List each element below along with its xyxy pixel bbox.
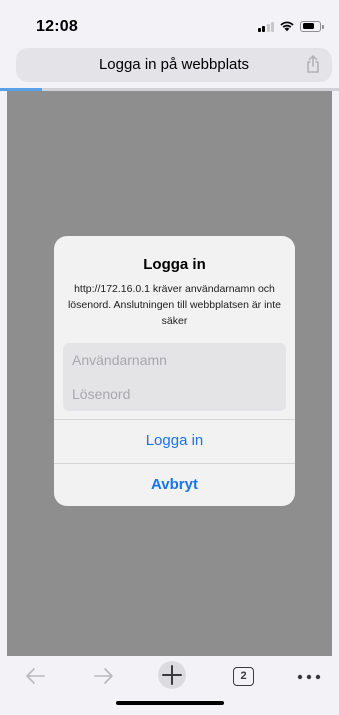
wifi-icon (280, 21, 294, 32)
status-time: 12:08 (36, 18, 78, 35)
home-indicator (116, 701, 224, 705)
battery-icon (300, 20, 324, 32)
login-dialog: Logga in http://172.16.0.1 kräver använd… (54, 236, 295, 506)
password-field[interactable]: Lösenord (63, 377, 286, 411)
dialog-title: Logga in (143, 256, 206, 273)
status-bar: 12:08 (0, 0, 339, 44)
status-icons (257, 20, 324, 32)
page-title: Logga in på webbplats (98, 56, 250, 73)
login-button[interactable]: Logga in (54, 420, 295, 462)
forward-arrow-icon[interactable] (93, 666, 115, 686)
share-icon[interactable] (306, 55, 320, 73)
back-arrow-icon[interactable] (24, 666, 46, 686)
credential-fields: Användarnamn Lösenord (63, 343, 286, 411)
bottom-toolbar: 2 (0, 656, 339, 715)
address-bar[interactable]: Logga in på webbplats (16, 48, 332, 82)
cellular-signal-icon (257, 21, 274, 32)
new-tab-button[interactable] (158, 661, 186, 689)
more-menu-icon[interactable] (297, 674, 321, 680)
cancel-button[interactable]: Avbryt (54, 464, 295, 506)
tab-switcher-button[interactable]: 2 (233, 667, 254, 686)
dialog-message: http://172.16.0.1 kräver användarnamn oc… (67, 283, 282, 327)
plus-icon (162, 665, 182, 685)
username-field[interactable]: Användarnamn (63, 343, 286, 377)
